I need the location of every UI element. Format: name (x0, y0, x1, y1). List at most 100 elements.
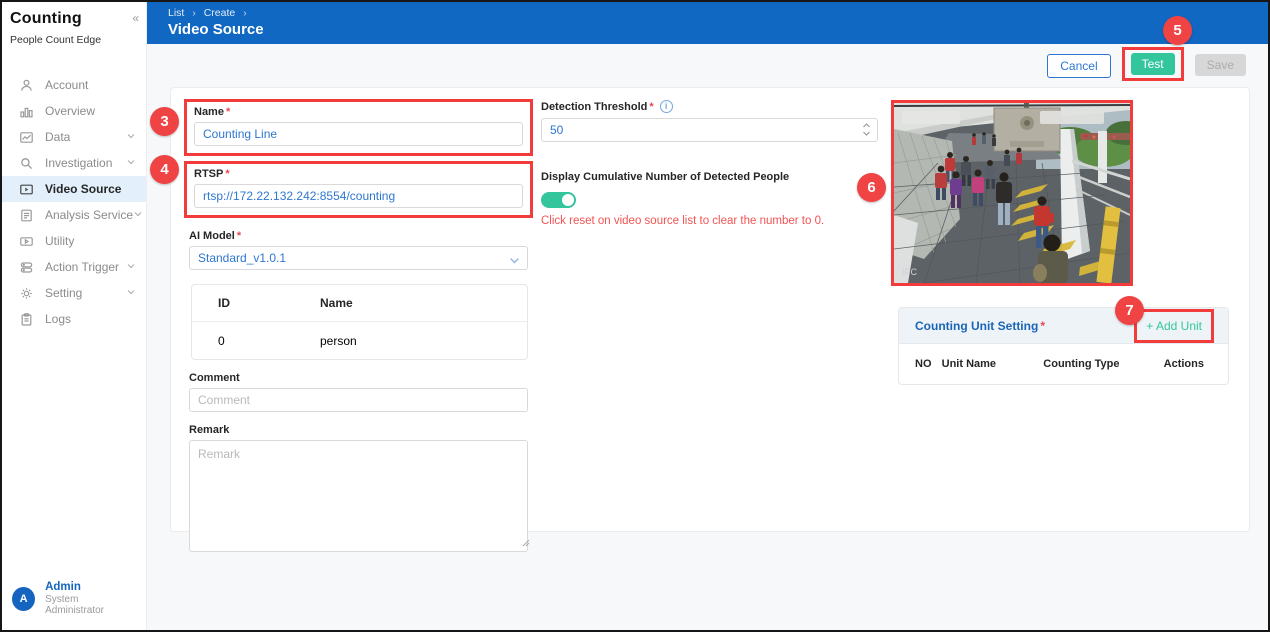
reset-note-text: Click reset on video source list to clea… (541, 215, 878, 227)
sidebar-nav: Account Overview Data Investigation Video So… (2, 72, 146, 571)
ai-model-value[interactable] (189, 246, 528, 270)
sidebar-item-utility[interactable]: Utility (2, 228, 146, 254)
top-header-bar: List › Create › Video Source (147, 2, 1268, 44)
remark-label: Remark (189, 424, 528, 436)
sidebar-item-label: Data (45, 130, 126, 144)
breadcrumb-separator-icon: › (243, 8, 246, 19)
add-unit-button[interactable]: + Add Unit (1146, 319, 1202, 333)
rtsp-label: RTSP* (194, 168, 523, 180)
counting-unit-table-header: NO Unit Name Counting Type Actions (899, 344, 1228, 384)
annotation-highlight-rtsp: RTSP* (184, 161, 533, 218)
ai-model-select[interactable] (189, 246, 528, 270)
chevron-down-icon (126, 156, 136, 170)
annotation-badge-7: 7 (1115, 296, 1144, 325)
form-right-column: IPC Counting Unit Setting* + Add Unit NO… (891, 100, 1229, 385)
overview-icon (19, 104, 34, 119)
display-cumulative-toggle[interactable] (541, 192, 576, 208)
model-class-name: person (320, 334, 527, 348)
page-title: Video Source (168, 21, 1268, 38)
logs-icon (19, 312, 34, 327)
model-table-header-name: Name (320, 296, 527, 310)
sidebar-item-overview[interactable]: Overview (2, 98, 146, 124)
sidebar-item-setting[interactable]: Setting (2, 280, 146, 306)
sidebar-item-label: Setting (45, 286, 126, 300)
utility-icon (19, 234, 34, 249)
app-title: Counting (10, 10, 138, 28)
annotation-highlight-add-unit: + Add Unit (1134, 309, 1214, 343)
detection-threshold-field (541, 118, 878, 142)
avatar: A (12, 587, 35, 611)
app-window: Counting « People Count Edge AccountOver… (0, 0, 1270, 632)
sidebar-item-label: Account (45, 78, 126, 92)
required-asterisk: * (237, 230, 241, 242)
setting-icon (19, 286, 34, 301)
table-row: 0 person (192, 322, 527, 359)
counting-unit-header: Counting Unit Setting* + Add Unit (899, 308, 1228, 344)
toggle-knob (562, 194, 574, 206)
sidebar-item-investigation[interactable]: Investigation (2, 150, 146, 176)
detection-threshold-label: Detection Threshold* (541, 101, 654, 113)
ai-model-group: AI Model* (184, 230, 533, 270)
sidebar-item-label: Logs (45, 312, 126, 326)
required-asterisk: * (649, 101, 653, 113)
annotation-highlight-name: Name* (184, 99, 533, 156)
user-name: Admin (45, 581, 136, 593)
sidebar-item-label: Utility (45, 234, 126, 248)
stepper-up-icon (862, 122, 871, 129)
user-role: System Administrator (45, 594, 136, 616)
account-icon (19, 78, 34, 93)
required-asterisk: * (225, 168, 229, 180)
video-source-icon (19, 182, 34, 197)
action-buttons: Cancel Test Save (1047, 54, 1246, 81)
display-cumulative-label: Display Cumulative Number of Detected Pe… (541, 171, 878, 183)
required-asterisk: * (226, 106, 230, 118)
model-class-table: ID Name 0 person (191, 284, 528, 360)
video-watermark: IPC (902, 267, 918, 277)
sidebar-item-action-trigger[interactable]: Action Trigger (2, 254, 146, 280)
annotation-badge-6: 6 (857, 173, 886, 202)
column-counting-type: Counting Type (1043, 358, 1163, 370)
sidebar-item-label: Video Source (45, 182, 126, 196)
resize-handle-icon[interactable] (522, 534, 530, 552)
video-source-form-card: Name* RTSP* AI Model* (170, 87, 1250, 532)
sidebar-item-label: Action Trigger (45, 260, 126, 274)
model-table-header-id: ID (192, 296, 320, 310)
number-stepper[interactable] (862, 122, 871, 137)
sidebar-item-analysis-service[interactable]: Analysis Service (2, 202, 146, 228)
sidebar-item-logs[interactable]: Logs (2, 306, 146, 332)
counting-unit-panel: Counting Unit Setting* + Add Unit NO Uni… (898, 307, 1229, 385)
analysis-service-icon (19, 208, 34, 223)
required-asterisk: * (1040, 319, 1045, 333)
annotation-badge-4: 4 (150, 155, 179, 184)
sidebar-item-account[interactable]: Account (2, 72, 146, 98)
display-cumulative-group: Display Cumulative Number of Detected Pe… (541, 171, 878, 227)
detection-threshold-input[interactable] (541, 118, 878, 142)
sidebar-user[interactable]: A Admin System Administrator (2, 571, 146, 630)
sidebar-item-label: Overview (45, 104, 126, 118)
cancel-button[interactable]: Cancel (1047, 54, 1110, 78)
sidebar-item-data[interactable]: Data (2, 124, 146, 150)
sidebar-item-video-source[interactable]: Video Source (2, 176, 146, 202)
info-icon[interactable]: i (660, 100, 673, 113)
remark-textarea[interactable] (189, 440, 528, 552)
chevron-down-icon (126, 286, 136, 300)
breadcrumb-create[interactable]: Create (204, 7, 236, 19)
column-no: NO (899, 358, 942, 370)
rtsp-input[interactable] (194, 184, 523, 208)
video-frame-image: IPC (894, 103, 1130, 283)
breadcrumb-separator-icon: › (192, 8, 195, 19)
column-unit-name: Unit Name (942, 358, 1044, 370)
comment-input[interactable] (189, 388, 528, 412)
investigation-icon (19, 156, 34, 171)
test-button[interactable]: Test (1131, 53, 1175, 75)
sidebar-collapse-icon[interactable]: « (132, 11, 139, 25)
model-table-header: ID Name (192, 285, 527, 322)
chevron-down-icon (133, 208, 143, 222)
video-preview[interactable]: IPC (891, 100, 1133, 286)
annotation-badge-5: 5 (1163, 16, 1192, 45)
annotation-highlight-test: Test (1122, 47, 1184, 81)
name-input[interactable] (194, 122, 523, 146)
comment-group: Comment (184, 372, 533, 412)
breadcrumb-list[interactable]: List (168, 7, 184, 19)
counting-unit-title: Counting Unit Setting* (915, 319, 1045, 333)
